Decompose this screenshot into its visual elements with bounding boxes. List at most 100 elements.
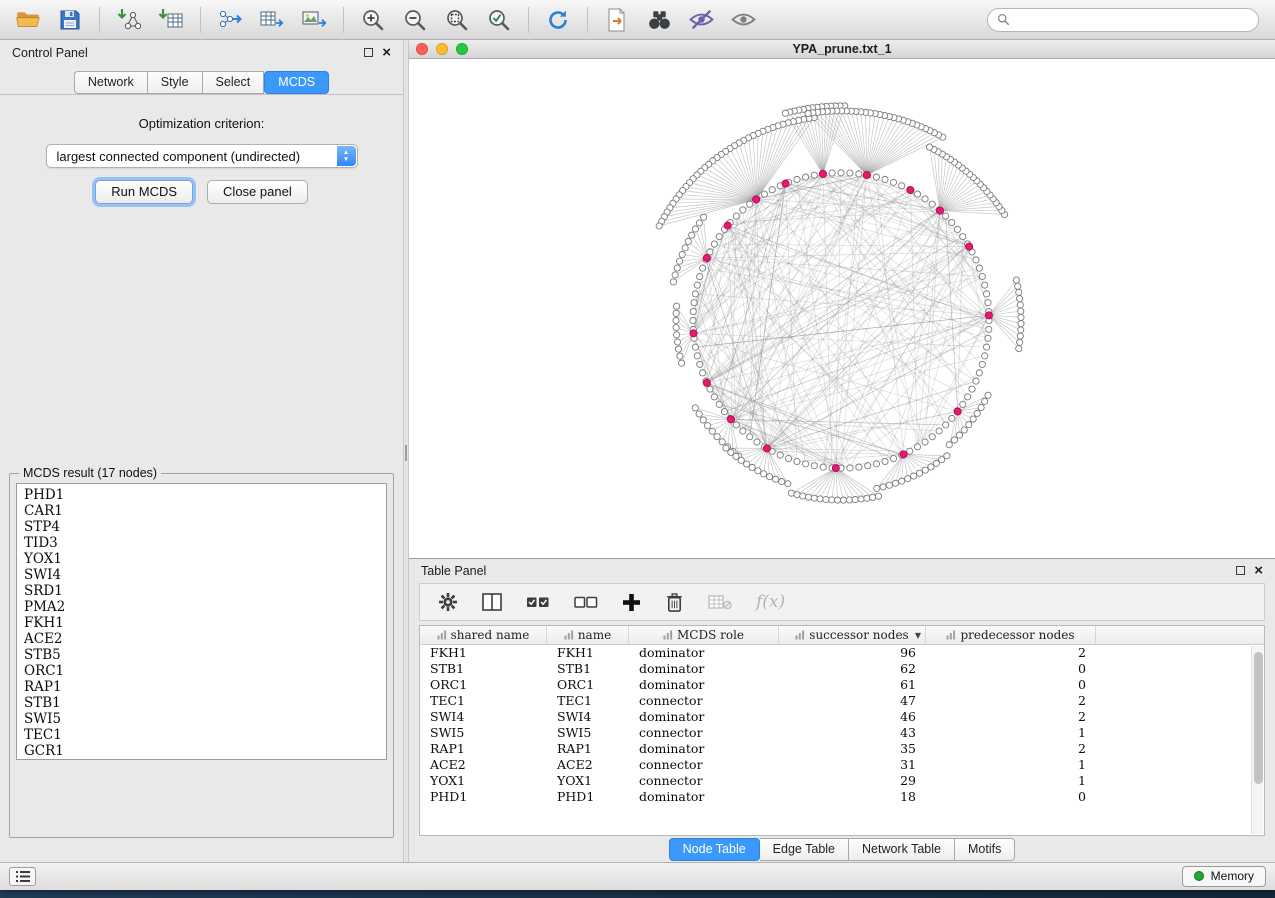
table-cell[interactable]: 1 [926,773,1096,789]
add-column-button[interactable] [622,593,641,612]
import-table-button[interactable] [153,4,189,36]
table-row[interactable]: TEC1TEC1connector472 [420,693,1264,709]
table-cell[interactable]: SWI5 [547,725,629,741]
mcds-result-item[interactable]: TID3 [24,535,386,551]
table-row[interactable]: ORC1ORC1dominator610 [420,677,1264,693]
table-cell[interactable]: STB1 [547,661,629,677]
table-cell[interactable]: 35 [779,741,926,757]
table-row[interactable]: YOX1YOX1connector291 [420,773,1264,789]
zoom-fit-button[interactable] [439,4,475,36]
tab-node-table[interactable]: Node Table [669,838,760,861]
window-close-icon[interactable] [416,43,428,55]
table-cell[interactable]: 47 [779,693,926,709]
table-cell[interactable]: 1 [926,757,1096,773]
table-cell[interactable]: ACE2 [420,757,547,773]
table-row[interactable]: ACE2ACE2connector311 [420,757,1264,773]
mcds-result-item[interactable]: ORC1 [24,663,386,679]
table-cell[interactable]: RAP1 [547,741,629,757]
network-canvas[interactable] [409,59,1275,558]
table-cell[interactable]: 43 [779,725,926,741]
mcds-result-item[interactable]: SWI5 [24,711,386,727]
table-row[interactable]: STB1STB1dominator620 [420,661,1264,677]
close-panel-icon[interactable]: × [382,48,391,58]
table-cell[interactable]: YOX1 [547,773,629,789]
table-cell[interactable]: ACE2 [547,757,629,773]
table-cell[interactable]: connector [629,693,779,709]
column-header-successor-nodes[interactable]: successor nodes▼ [779,626,926,644]
window-maximize-icon[interactable] [456,43,468,55]
table-cell[interactable]: 0 [926,677,1096,693]
table-cell[interactable]: 0 [926,661,1096,677]
select-all-button[interactable] [526,594,550,610]
mcds-result-item[interactable]: YOX1 [24,551,386,567]
mcds-result-item[interactable]: STP4 [24,519,386,535]
show-columns-button[interactable] [482,593,502,611]
table-row[interactable]: RAP1RAP1dominator352 [420,741,1264,757]
table-row[interactable]: PHD1PHD1dominator180 [420,789,1264,805]
close-table-panel-icon[interactable]: × [1254,566,1263,576]
table-cell[interactable]: ORC1 [547,677,629,693]
column-header-MCDS-role[interactable]: MCDS role [629,626,779,644]
table-cell[interactable]: SWI5 [420,725,547,741]
table-cell[interactable]: SWI4 [547,709,629,725]
zoom-selected-button[interactable] [481,4,517,36]
export-network-button[interactable] [212,4,248,36]
refresh-layout-button[interactable] [540,4,576,36]
mcds-result-item[interactable]: SWI4 [24,567,386,583]
column-header-shared-name[interactable]: shared name [420,626,547,644]
table-cell[interactable]: RAP1 [420,741,547,757]
mcds-result-list[interactable]: PHD1CAR1STP4TID3YOX1SWI4SRD1PMA2FKH1ACE2… [16,483,387,760]
table-cell[interactable]: PHD1 [547,789,629,805]
table-row[interactable]: FKH1FKH1dominator962 [420,645,1264,661]
mcds-result-item[interactable]: SRD1 [24,583,386,599]
table-cell[interactable]: ORC1 [420,677,547,693]
mcds-result-item[interactable]: CAR1 [24,503,386,519]
table-cell[interactable]: 2 [926,693,1096,709]
window-minimize-icon[interactable] [436,43,448,55]
zoom-out-button[interactable] [397,4,433,36]
table-cell[interactable]: 1 [926,725,1096,741]
mcds-result-item[interactable]: GCR1 [24,743,386,759]
table-cell[interactable]: connector [629,725,779,741]
tab-network[interactable]: Network [74,71,148,94]
close-panel-button[interactable]: Close panel [207,180,308,204]
mcds-result-item[interactable]: RAP1 [24,679,386,695]
mcds-result-item[interactable]: STB1 [24,695,386,711]
table-scrollbar[interactable] [1251,646,1263,834]
export-image-button[interactable] [296,4,332,36]
table-cell[interactable]: 62 [779,661,926,677]
table-cell[interactable]: TEC1 [420,693,547,709]
mcds-result-item[interactable]: PMA2 [24,599,386,615]
search-input[interactable] [1016,13,1249,27]
export-document-button[interactable] [599,4,635,36]
import-network-button[interactable] [111,4,147,36]
mcds-result-item[interactable]: STB5 [24,647,386,663]
table-row[interactable]: SWI4SWI4dominator462 [420,709,1264,725]
network-window-titlebar[interactable]: YPA_prune.txt_1 [409,40,1275,59]
zoom-in-button[interactable] [355,4,391,36]
table-cell[interactable]: 0 [926,789,1096,805]
table-row[interactable]: SWI5SWI5connector431 [420,725,1264,741]
table-cell[interactable]: 2 [926,741,1096,757]
table-cell[interactable]: STB1 [420,661,547,677]
float-panel-icon[interactable] [364,48,373,57]
vertical-splitter[interactable] [403,40,409,862]
table-cell[interactable]: PHD1 [420,789,547,805]
tab-edge-table[interactable]: Edge Table [760,838,849,861]
table-cell[interactable]: 2 [926,709,1096,725]
table-cell[interactable]: 18 [779,789,926,805]
mcds-result-item[interactable]: TEC1 [24,727,386,743]
show-all-button[interactable] [725,4,761,36]
mcds-result-item[interactable]: PHD1 [24,487,386,503]
table-cell[interactable]: connector [629,773,779,789]
table-cell[interactable]: SWI4 [420,709,547,725]
table-cell[interactable]: 29 [779,773,926,789]
table-cell[interactable]: FKH1 [547,645,629,661]
tab-network-table[interactable]: Network Table [849,838,955,861]
float-table-panel-icon[interactable] [1236,566,1245,575]
criterion-dropdown[interactable]: largest connected component (undirected)… [46,144,358,168]
delete-column-button[interactable] [665,592,684,613]
table-cell[interactable]: YOX1 [420,773,547,789]
open-file-button[interactable] [10,4,46,36]
find-button[interactable] [641,4,677,36]
